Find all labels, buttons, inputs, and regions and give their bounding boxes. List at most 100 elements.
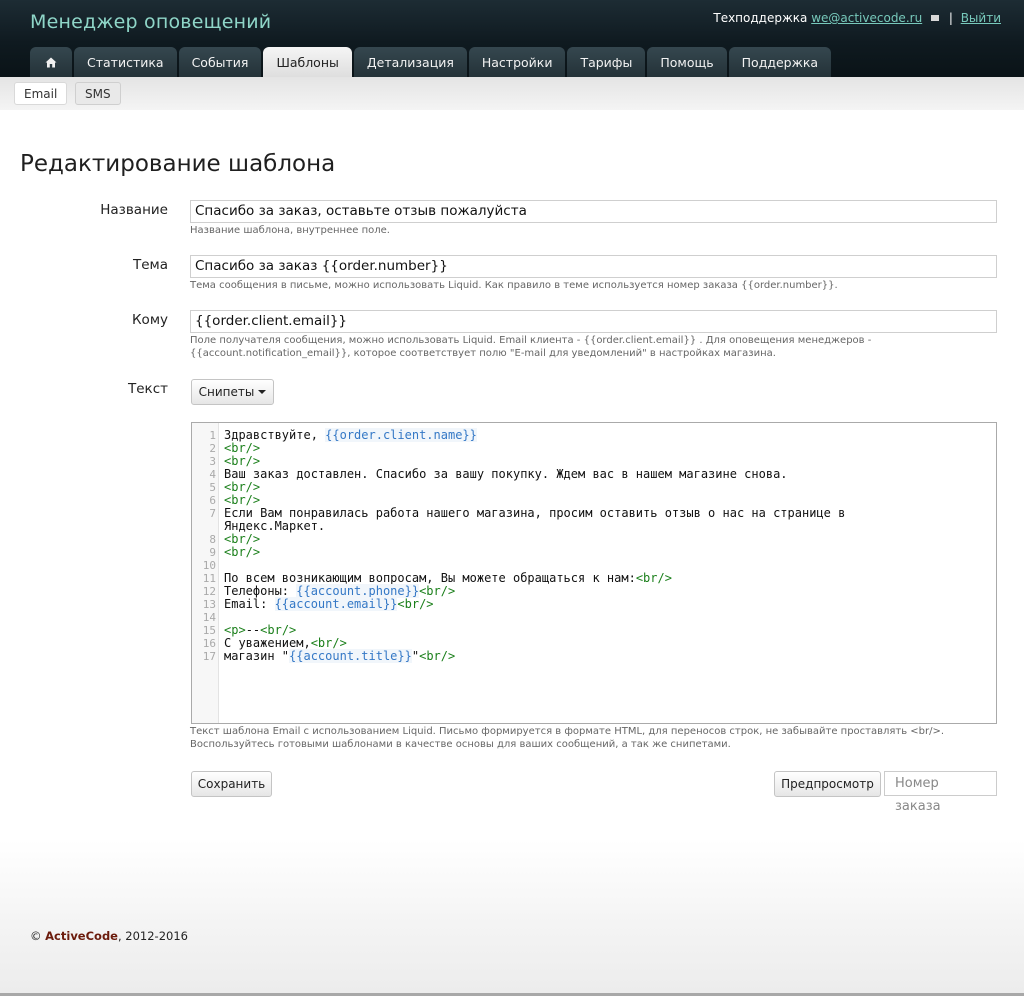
save-button[interactable]: Сохранить [191, 771, 272, 797]
copyright-symbol: © [30, 929, 42, 943]
text-token: Здравствуйте, [224, 428, 326, 442]
line-text: Ваш заказ доставлен. Спасибо за вашу пок… [216, 468, 788, 481]
text-token: По всем возникающим вопросам, Вы можете … [224, 571, 636, 585]
line-number: 6 [209, 494, 216, 507]
subject-field[interactable]: Спасибо за заказ {{order.number}} [190, 255, 997, 278]
app-title: Менеджер оповещений [30, 11, 272, 33]
name-field[interactable]: Спасибо за заказ, оставьте отзыв пожалуй… [190, 200, 997, 223]
to-field[interactable]: {{order.client.email}} [190, 310, 997, 333]
line-number: 9 [209, 546, 216, 559]
html-tag-token: <br/> [224, 454, 261, 468]
text-token: Email: [224, 597, 275, 611]
to-hint: Поле получателя сообщения, можно использ… [190, 335, 872, 359]
text-token: -- [245, 623, 261, 637]
preview-button[interactable]: Предпросмотр [774, 771, 881, 797]
tab-settings[interactable]: Настройки [468, 47, 566, 77]
line-number: 15 [202, 624, 216, 637]
code-line: 8 <br/> [192, 532, 996, 547]
text-token: Телефоны: [224, 584, 297, 598]
line-number: 4 [209, 468, 216, 481]
liquid-token: {{order.client.name}} [325, 428, 477, 442]
support-label: Техподдержка [713, 11, 808, 25]
line-number: 10 [202, 559, 216, 572]
line-text: <br/> [216, 546, 260, 559]
code-line: 17 магазин "{{account.title}}"<br/> [192, 649, 996, 663]
tab-statistics[interactable]: Статистика [74, 47, 177, 77]
subject-hint: Тема сообщения в письме, можно использов… [190, 280, 838, 291]
code-line: 14 [192, 611, 996, 624]
code-line: 9 <br/> [192, 546, 996, 560]
snippets-dropdown-button[interactable]: Снипеты [191, 379, 274, 405]
line-number: 5 [209, 481, 216, 494]
line-number: 2 [209, 442, 216, 455]
tab-home[interactable] [30, 47, 72, 77]
snippets-label: Снипеты [198, 385, 255, 399]
top-header: Менеджер оповещений Техподдержка we@acti… [0, 0, 1024, 77]
html-tag-token: <br/> [635, 571, 672, 585]
tab-templates[interactable]: Шаблоны [263, 47, 352, 77]
line-text [216, 611, 224, 624]
tab-events[interactable]: События [178, 47, 262, 77]
text-token: магазин " [224, 649, 290, 663]
html-tag-token: <p> [224, 623, 246, 637]
mail-icon [931, 15, 939, 21]
line-text: Email: {{account.email}}<br/> [216, 597, 434, 611]
html-tag-token: <br/> [419, 584, 456, 598]
sub-navigation: Email SMS [0, 77, 1024, 110]
line-number: 1 [209, 429, 216, 442]
name-hint: Название шаблона, внутреннее поле. [190, 225, 390, 236]
code-line: 13 Email: {{account.email}}<br/> [192, 597, 996, 611]
line-number: 17 [202, 650, 216, 663]
html-tag-token: <br/> [224, 532, 261, 546]
tab-tariffs[interactable]: Тарифы [567, 47, 646, 77]
line-number: 3 [209, 455, 216, 468]
html-tag-token: <br/> [224, 545, 261, 559]
line-text [216, 559, 224, 572]
editor-code: 1 Здравствуйте, {{order.client.name}} 2 <br… [192, 428, 996, 663]
text-token: Ваш заказ доставлен. Спасибо за вашу пок… [224, 467, 788, 481]
line-number: 11 [202, 572, 216, 585]
page-title: Редактирование шаблона [20, 151, 336, 177]
logout-link[interactable]: Выйти [961, 11, 1001, 25]
code-line: Яндекс.Маркет. [192, 520, 996, 533]
name-label: Название [100, 202, 168, 218]
order-number-input[interactable]: Номер заказа [884, 771, 997, 814]
line-number: 14 [202, 611, 216, 624]
text-token: С уважением, [224, 636, 311, 650]
code-line: 2 <br/> [192, 441, 996, 456]
code-line: 5 <br/> [192, 480, 996, 495]
text-hint: Текст шаблона Email с использованием Liq… [190, 726, 945, 750]
line-number: 16 [202, 637, 216, 650]
line-number: 8 [209, 533, 216, 546]
text-token: " [411, 649, 420, 663]
tab-support[interactable]: Поддержка [728, 47, 832, 77]
copyright: © ActiveCode, 2012-2016 [30, 929, 188, 943]
text-label: Текст [128, 381, 168, 397]
code-line: 1 Здравствуйте, {{order.client.name}} [192, 428, 996, 442]
template-code-editor[interactable]: 1 Здравствуйте, {{order.client.name}} 2 <br… [191, 422, 997, 724]
subtab-sms[interactable]: SMS [75, 82, 121, 105]
html-tag-token: <br/> [397, 597, 434, 611]
line-number: 12 [202, 585, 216, 598]
tab-help[interactable]: Помощь [647, 47, 727, 77]
liquid-token: {{account.email}} [274, 597, 398, 611]
liquid-token: {{account.phone}} [296, 584, 420, 598]
html-tag-token: <br/> [224, 493, 261, 507]
tab-details[interactable]: Детализация [353, 47, 467, 77]
footer-brand: ActiveCode [45, 929, 118, 943]
text-token: Если Вам понравилась работа нашего магаз… [224, 506, 846, 520]
html-tag-token: <br/> [224, 441, 261, 455]
line-number [192, 520, 216, 533]
liquid-token: {{account.title}} [289, 649, 412, 663]
line-text: магазин "{{account.title}}"<br/> [216, 649, 455, 663]
footer: © ActiveCode, 2012-2016 [0, 840, 1024, 996]
html-tag-token: <br/> [224, 480, 261, 494]
support-email-link[interactable]: we@activecode.ru [811, 11, 922, 25]
subtab-email[interactable]: Email [14, 82, 68, 105]
code-line: 4 Ваш заказ доставлен. Спасибо за вашу по… [192, 468, 996, 482]
html-tag-token: <br/> [260, 623, 297, 637]
html-tag-token: <br/> [310, 636, 347, 650]
to-label: Кому [131, 312, 168, 328]
text-token: Яндекс.Маркет. [224, 519, 326, 533]
line-number: 13 [202, 598, 216, 611]
